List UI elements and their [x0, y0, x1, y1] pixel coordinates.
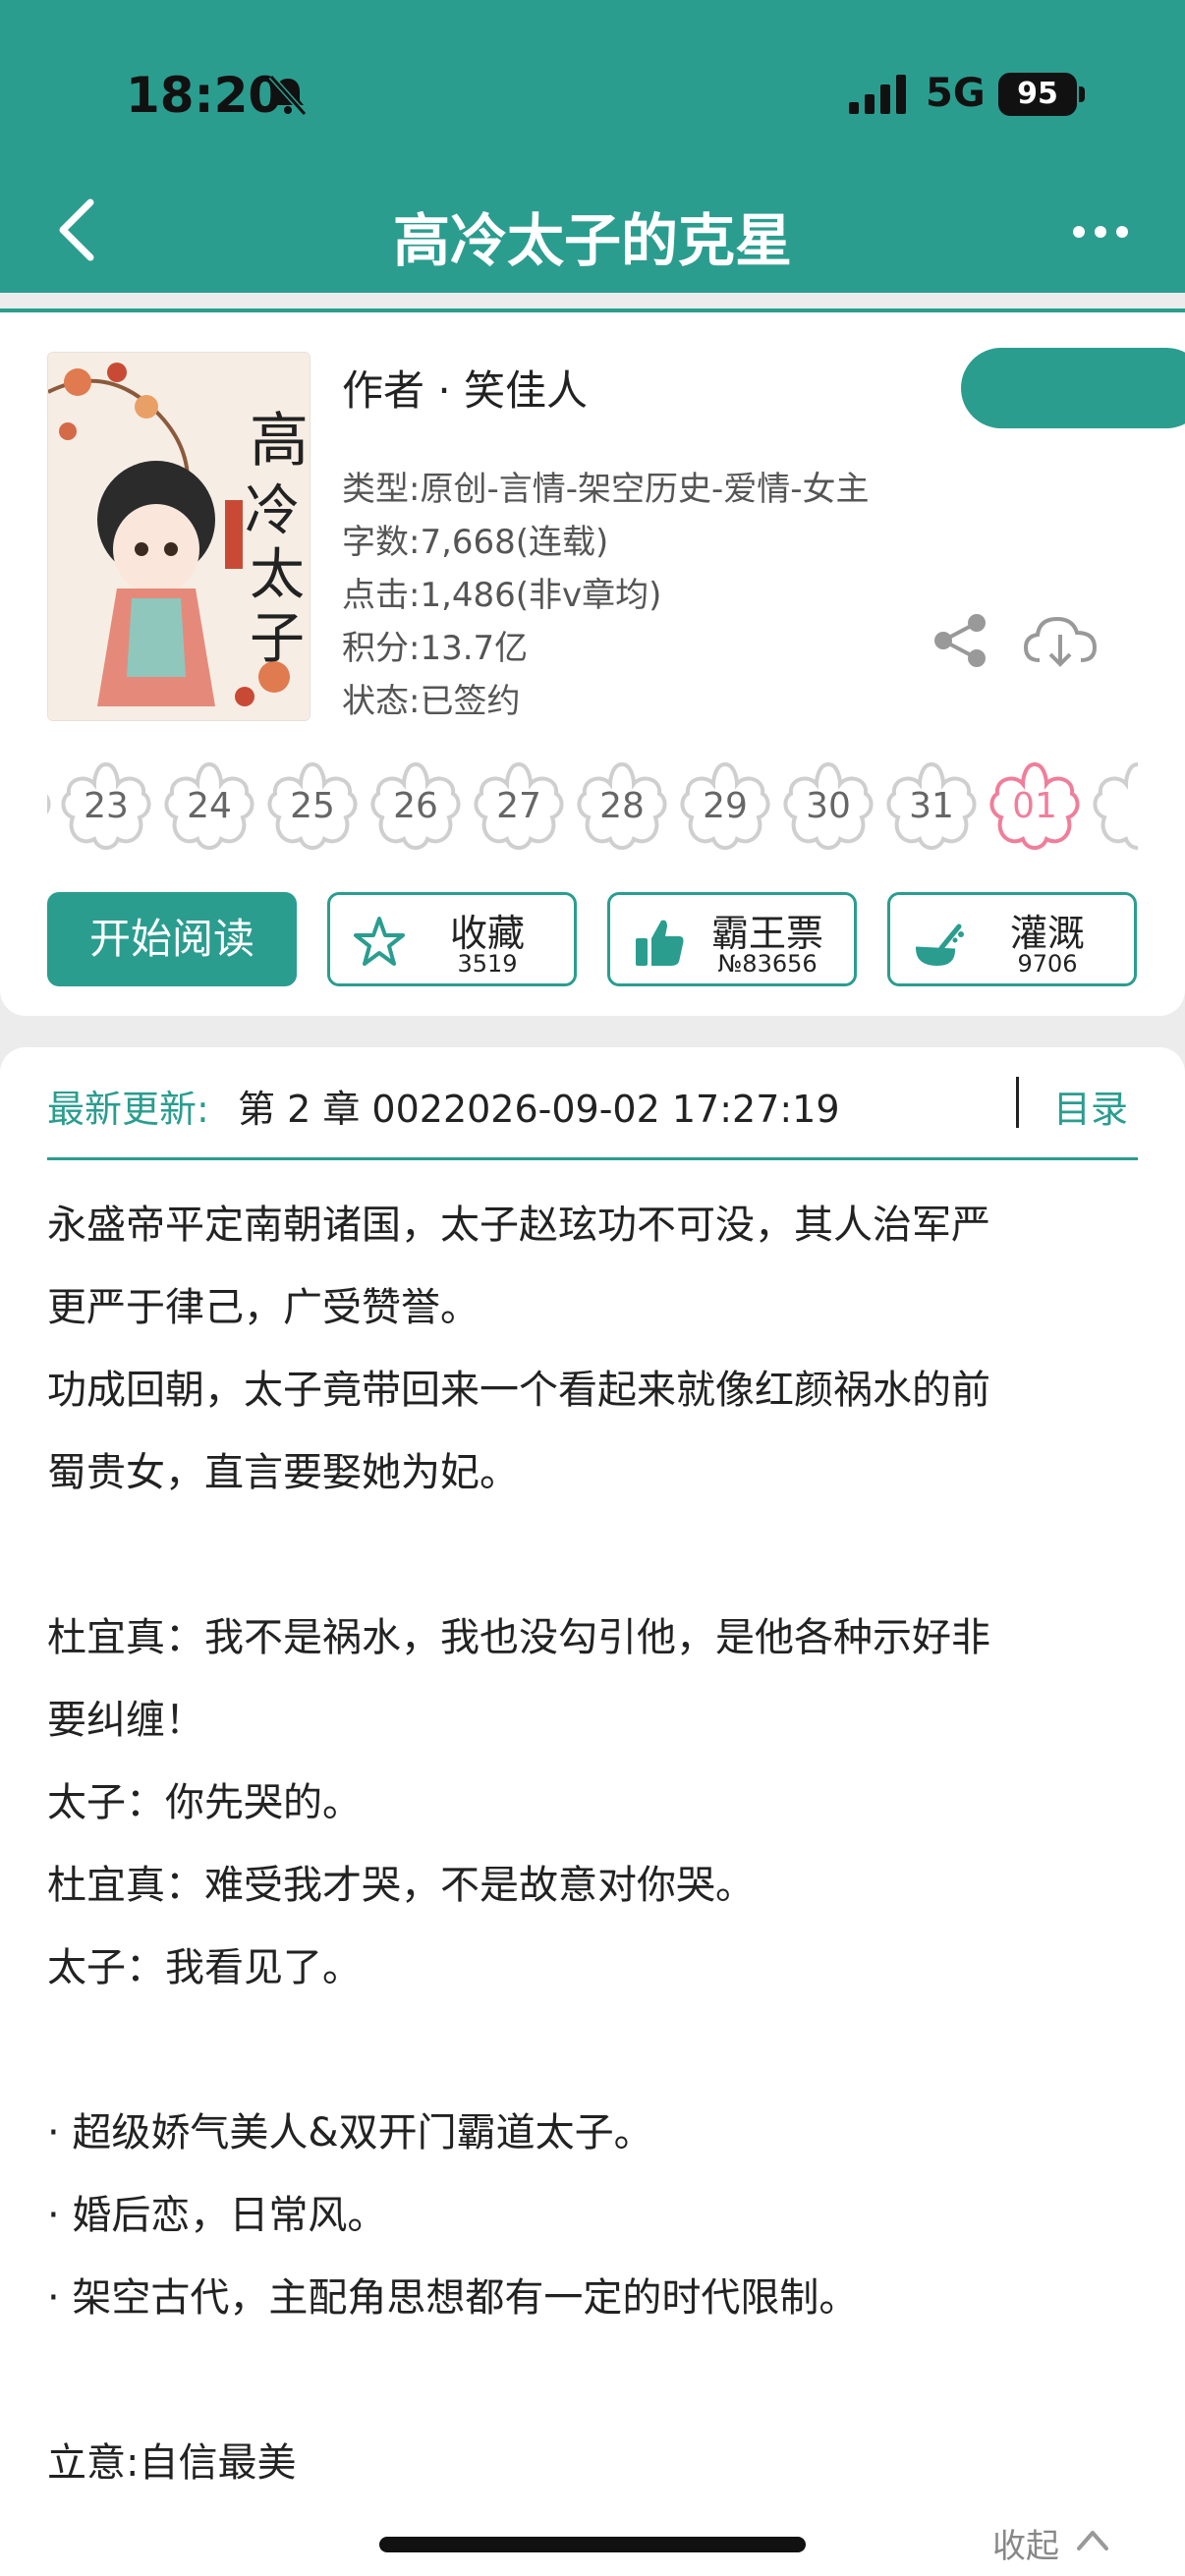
- calendar-day-label: 27: [496, 786, 541, 826]
- calendar-day[interactable]: [1089, 756, 1138, 855]
- synopsis-line: 杜宜真：难受我才哭，不是故意对你哭。: [47, 1863, 755, 1908]
- calendar-day-label: 31: [909, 786, 954, 826]
- collect-count: 3519: [457, 950, 518, 978]
- synopsis-line: · 超级娇气美人&双开门霸道太子。: [47, 2110, 653, 2156]
- chevron-up-icon[interactable]: [1073, 2525, 1112, 2554]
- download-cloud-icon[interactable]: [1022, 611, 1099, 674]
- water-label: 灌溉: [1009, 912, 1085, 955]
- book-cover[interactable]: 高 冷 太 子: [47, 352, 310, 721]
- calendar-day[interactable]: 26: [367, 756, 465, 855]
- synopsis-line: 功成回朝，太子竟带回来一个看起来就像红颜祸水的前: [47, 1368, 990, 1413]
- watering-icon: [915, 924, 964, 966]
- calendar-day[interactable]: 25: [263, 756, 362, 855]
- book-clicks: 点击:1,486(非v章均): [342, 576, 662, 615]
- author-line[interactable]: 作者 · 笑佳人: [342, 358, 588, 418]
- calendar-day[interactable]: 24: [160, 756, 258, 855]
- synopsis-line: 永盛帝平定南朝诸国，太子赵玹功不可没，其人治军严: [47, 1203, 990, 1248]
- bell-muted-icon: [268, 74, 308, 117]
- collapse-button[interactable]: 收起: [992, 2519, 1059, 2567]
- star-icon: [354, 917, 405, 966]
- share-icon[interactable]: [931, 611, 990, 670]
- latest-update-label: 最新更新:: [47, 1088, 209, 1131]
- calendar-strip[interactable]: 23 24 25 26 27 28 29 30 31 01: [47, 756, 1138, 855]
- synopsis-line: 太子：我看见了。: [47, 1945, 362, 1990]
- water-button[interactable]: 灌溉 9706: [887, 892, 1137, 986]
- synopsis-line: 蜀贵女，直言要娶她为妃。: [47, 1450, 519, 1495]
- synopsis-line: 要纠缠！: [47, 1698, 204, 1743]
- ticket-count: №83656: [717, 950, 818, 978]
- synopsis-line: · 婚后恋，日常风。: [47, 2193, 387, 2238]
- calendar-day[interactable]: [47, 756, 55, 855]
- calendar-day-label: 01: [1012, 786, 1057, 826]
- calendar-day[interactable]: 27: [470, 756, 568, 855]
- calendar-day[interactable]: 30: [779, 756, 877, 855]
- book-state: 状态:已签约: [342, 682, 521, 721]
- svg-text:高: 高: [250, 407, 309, 476]
- collect-label: 收藏: [449, 912, 525, 955]
- book-points: 积分:13.7亿: [342, 629, 529, 668]
- toc-link[interactable]: 目录: [1053, 1079, 1128, 1133]
- collect-button[interactable]: 收藏 3519: [327, 892, 577, 986]
- thumbs-up-icon: [636, 920, 684, 966]
- ticket-label: 霸王票: [710, 912, 823, 955]
- calendar-day[interactable]: 31: [882, 756, 981, 855]
- calendar-day[interactable]: 23: [57, 756, 155, 855]
- battery-indicator: 95: [998, 73, 1077, 116]
- home-indicator[interactable]: [379, 2537, 806, 2552]
- svg-text:冷: 冷: [245, 479, 300, 543]
- synopsis-line: 立意:自信最美: [47, 2440, 297, 2486]
- update-divider: [1016, 1077, 1019, 1128]
- synopsis-line: 太子：你先哭的。: [47, 1780, 362, 1825]
- calendar-day[interactable]: 28: [573, 756, 671, 855]
- svg-text:太: 太: [250, 543, 305, 607]
- calendar-day-label: 26: [393, 786, 438, 826]
- start-reading-button[interactable]: 开始阅读: [47, 892, 297, 986]
- book-words: 字数:7,668(连载): [342, 523, 609, 562]
- calendar-day-label: 24: [187, 786, 232, 826]
- svg-text:子: 子: [250, 607, 305, 671]
- latest-chapter-link[interactable]: 第 2 章 0022026-09-02 17:27:19: [238, 1079, 840, 1133]
- cover-illustration: 高 冷 太 子: [48, 353, 310, 720]
- page-title: 高冷太子的克星: [392, 207, 792, 274]
- follow-pill-button[interactable]: [961, 348, 1185, 428]
- calendar-day[interactable]: 29: [676, 756, 774, 855]
- calendar-day-label: 28: [599, 786, 645, 826]
- synopsis-line: 杜宜真：我不是祸水，我也没勾引他，是他各种示好非: [47, 1615, 990, 1660]
- status-time: 18:20: [126, 67, 283, 124]
- calendar-day-today[interactable]: 01: [986, 756, 1084, 855]
- more-icon[interactable]: [1071, 220, 1130, 244]
- ticket-button[interactable]: 霸王票 №83656: [607, 892, 857, 986]
- book-type: 类型:原创-言情-架空历史-爱情-女主: [342, 470, 870, 509]
- network-label: 5G: [926, 71, 986, 116]
- synopsis-line: 更严于律己，广受赞誉。: [47, 1285, 480, 1330]
- signal-icon: [849, 75, 906, 114]
- water-count: 9706: [1017, 950, 1078, 978]
- battery-cap: [1079, 86, 1085, 102]
- calendar-day-label: 30: [806, 786, 851, 826]
- calendar-day-label: 25: [290, 786, 335, 826]
- synopsis-line: · 架空古代，主配角思想都有一定的时代限制。: [47, 2275, 859, 2321]
- calendar-day-label: 23: [84, 786, 129, 826]
- update-underline: [47, 1157, 1138, 1160]
- calendar-day-label: 29: [703, 786, 748, 826]
